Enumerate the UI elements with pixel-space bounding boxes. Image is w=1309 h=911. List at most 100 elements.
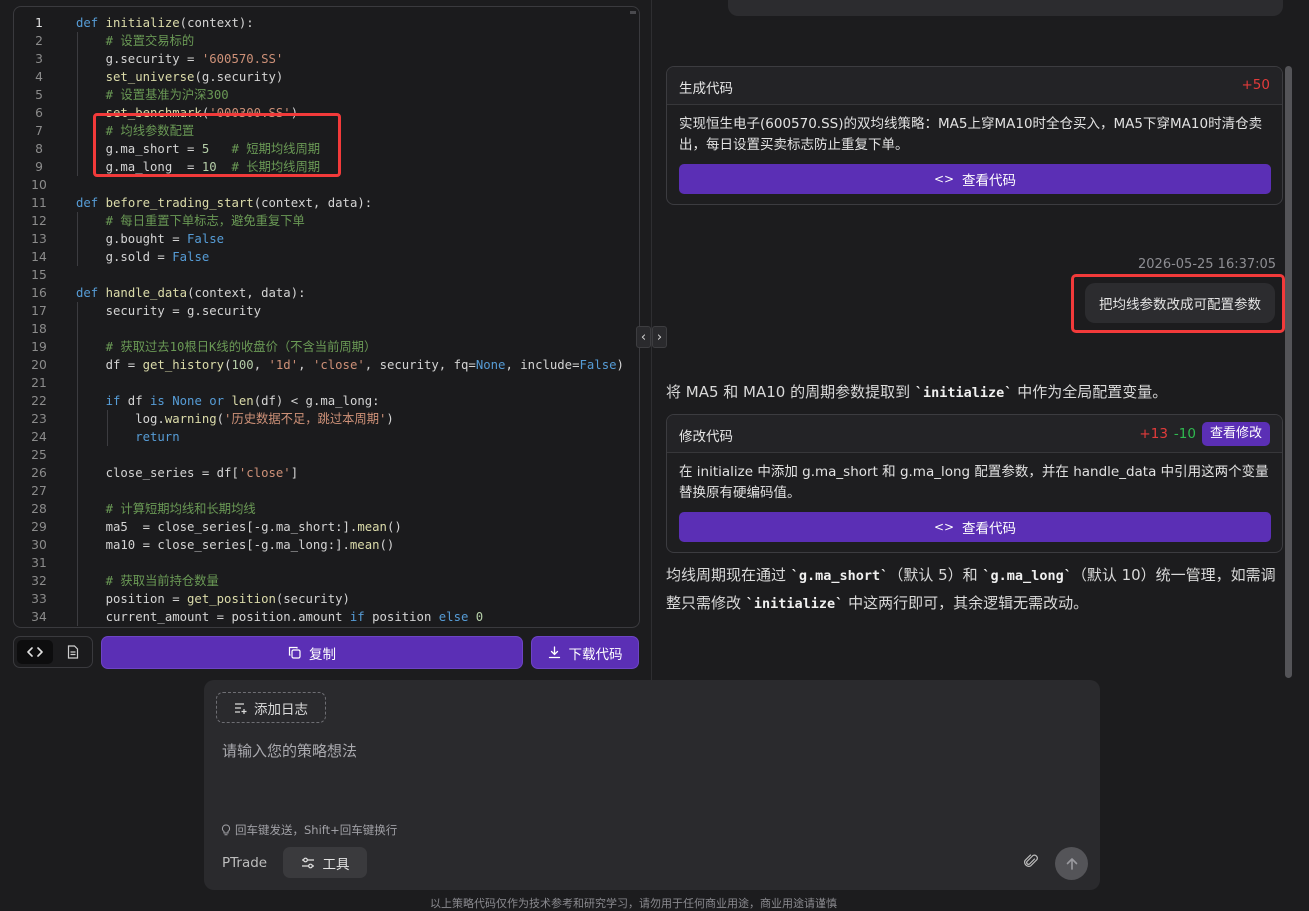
view-code-button[interactable]: <> 查看代码	[679, 512, 1271, 542]
card-description: 实现恒生电子(600570.SS)的双均线策略：MA5上穿MA10时全仓买入，M…	[679, 116, 1263, 153]
code-line[interactable]: 22 if df is None or len(df) < g.ma_long:	[14, 392, 639, 410]
view-code-button[interactable]: <> 查看代码	[679, 164, 1271, 194]
lightbulb-icon	[221, 824, 231, 836]
line-number: 22	[31, 394, 47, 408]
strategy-input[interactable]	[220, 738, 1084, 812]
chat-scrollbar[interactable]	[1285, 66, 1292, 678]
code-line[interactable]: 31	[14, 554, 639, 572]
collapse-right-button[interactable]: ›	[652, 326, 667, 348]
code-line[interactable]: 32 # 获取当前持仓数量	[14, 572, 639, 590]
download-code-button[interactable]: 下载代码	[531, 636, 639, 669]
line-number: 13	[31, 232, 47, 246]
code-line[interactable]: 17 security = g.security	[14, 302, 639, 320]
code-line[interactable]: 14 g.sold = False	[14, 248, 639, 266]
code-text: def before_trading_start(context, data):	[76, 196, 373, 210]
indent-guide	[77, 32, 78, 50]
code-lines[interactable]: 1 def initialize(context): 2 # 设置交易标的 3 g.sec…	[14, 7, 639, 627]
line-number: 24	[31, 430, 47, 444]
view-diff-button[interactable]: 查看修改	[1201, 422, 1270, 446]
code-line[interactable]: 21	[14, 374, 639, 392]
code-line[interactable]: 20 df = get_history(100, '1d', 'close', s…	[14, 356, 639, 374]
highlight-box-ma-params	[93, 113, 341, 177]
code-line[interactable]: 11 def before_trading_start(context, data…	[14, 194, 639, 212]
indent-guide	[77, 50, 78, 68]
code-line[interactable]: 33 position = get_position(security)	[14, 590, 639, 608]
code-text: log.warning('历史数据不足，跳过本周期')	[135, 412, 394, 426]
editor-scroll-marker[interactable]	[629, 11, 637, 51]
indent-guide	[77, 338, 78, 356]
code-line[interactable]: 2 # 设置交易标的	[14, 32, 639, 50]
document-view-button[interactable]	[55, 640, 91, 664]
code-text: ma10 = close_series[-g.ma_long:].mean()	[105, 538, 395, 552]
code-line[interactable]: 3 g.security = '600570.SS'	[14, 50, 639, 68]
document-icon	[67, 645, 79, 659]
indent-guide	[77, 554, 78, 572]
code-line[interactable]: 23 log.warning('历史数据不足，跳过本周期')	[14, 410, 639, 428]
modify-code-card: 修改代码 +13 -10 查看修改 在 initialize 中添加 g.ma_…	[666, 414, 1283, 553]
code-line[interactable]: 18	[14, 320, 639, 338]
line-number: 32	[31, 574, 47, 588]
code-text: if df is None or len(df) < g.ma_long:	[105, 394, 380, 408]
line-number: 30	[31, 538, 47, 552]
tools-button[interactable]: 工具	[283, 847, 367, 878]
code-text: g.sold = False	[105, 250, 210, 264]
code-line[interactable]: 1 def initialize(context):	[14, 14, 639, 32]
platform-label: PTrade	[222, 855, 268, 871]
line-number: 33	[31, 592, 47, 606]
code-text: # 设置交易标的	[105, 34, 195, 48]
input-hint: 回车键发送，Shift+回车键换行	[221, 822, 397, 838]
chat-input-panel: 添加日志 回车键发送，Shift+回车键换行 PTrade 工具	[204, 680, 1100, 890]
code-icon: <>	[933, 172, 955, 186]
indent-guide	[106, 410, 108, 428]
tools-label: 工具	[322, 856, 350, 873]
send-button[interactable]	[1055, 847, 1088, 880]
code-line[interactable]: 24 return	[14, 428, 639, 446]
code-line[interactable]: 15	[14, 266, 639, 284]
code-editor[interactable]: 1 def initialize(context): 2 # 设置交易标的 3 g.sec…	[13, 6, 640, 628]
chevron-left-icon: ‹	[640, 329, 647, 345]
code-line[interactable]: 13 g.bought = False	[14, 230, 639, 248]
code-line[interactable]: 29 ma5 = close_series[-g.ma_short:].mean(…	[14, 518, 639, 536]
code-line[interactable]: 30 ma10 = close_series[-g.ma_long:].mean(…	[14, 536, 639, 554]
copy-icon	[288, 646, 301, 659]
line-number: 3	[35, 52, 43, 66]
code-line[interactable]: 5 # 设置基准为沪深300	[14, 86, 639, 104]
reply-text: 中这两行即可，其余逻辑无需改动。	[843, 594, 1089, 612]
view-toggle[interactable]	[13, 636, 93, 668]
code-line[interactable]: 27	[14, 482, 639, 500]
code-line[interactable]: 4 set_universe(g.security)	[14, 68, 639, 86]
code-text: df = get_history(100, '1d', 'close', sec…	[105, 358, 624, 372]
code-line[interactable]: 28 # 计算短期均线和长期均线	[14, 500, 639, 518]
line-number: 19	[31, 340, 47, 354]
code-line[interactable]: 25	[14, 446, 639, 464]
collapse-left-button[interactable]: ‹	[636, 326, 651, 348]
line-number: 29	[31, 520, 47, 534]
code-line[interactable]: 12 # 每日重置下单标志，避免重复下单	[14, 212, 639, 230]
code-view-button[interactable]	[17, 640, 53, 664]
card-header: 修改代码 +13 -10 查看修改	[667, 415, 1282, 453]
code-line[interactable]: 19 # 获取过去10根日K线的收盘价（不含当前周期）	[14, 338, 639, 356]
indent-guide	[77, 230, 78, 248]
lines-added-count: +13	[1139, 426, 1168, 442]
code-line[interactable]: 10	[14, 176, 639, 194]
diff-stats: +13 -10 查看修改	[1139, 422, 1270, 446]
disclaimer-note: 以上策略代码仅作为技术参考和研究学习，请勿用于任何商业用途，商业用途请谨慎	[430, 897, 837, 910]
generate-code-card: 生成代码 +50 实现恒生电子(600570.SS)的双均线策略：MA5上穿MA…	[666, 66, 1283, 205]
code-line[interactable]: 34 current_amount = position.amount if po…	[14, 608, 639, 626]
line-number: 31	[31, 556, 47, 570]
code-text: # 每日重置下单标志，避免重复下单	[105, 214, 305, 228]
code-text: return	[135, 430, 180, 444]
code-line[interactable]: 26 close_series = df['close']	[14, 464, 639, 482]
add-log-button[interactable]: 添加日志	[216, 692, 326, 723]
line-number: 17	[31, 304, 47, 318]
paperclip-icon[interactable]	[1024, 853, 1038, 869]
copy-button[interactable]: 复制	[101, 636, 523, 669]
indent-guide	[77, 158, 78, 176]
indent-guide	[77, 122, 78, 140]
indent-guide	[77, 446, 78, 464]
previous-message-bubble	[728, 0, 1283, 16]
code-line[interactable]: 16 def handle_data(context, data):	[14, 284, 639, 302]
line-number: 26	[31, 466, 47, 480]
line-number: 1	[35, 16, 43, 30]
arrow-up-icon	[1066, 857, 1077, 870]
